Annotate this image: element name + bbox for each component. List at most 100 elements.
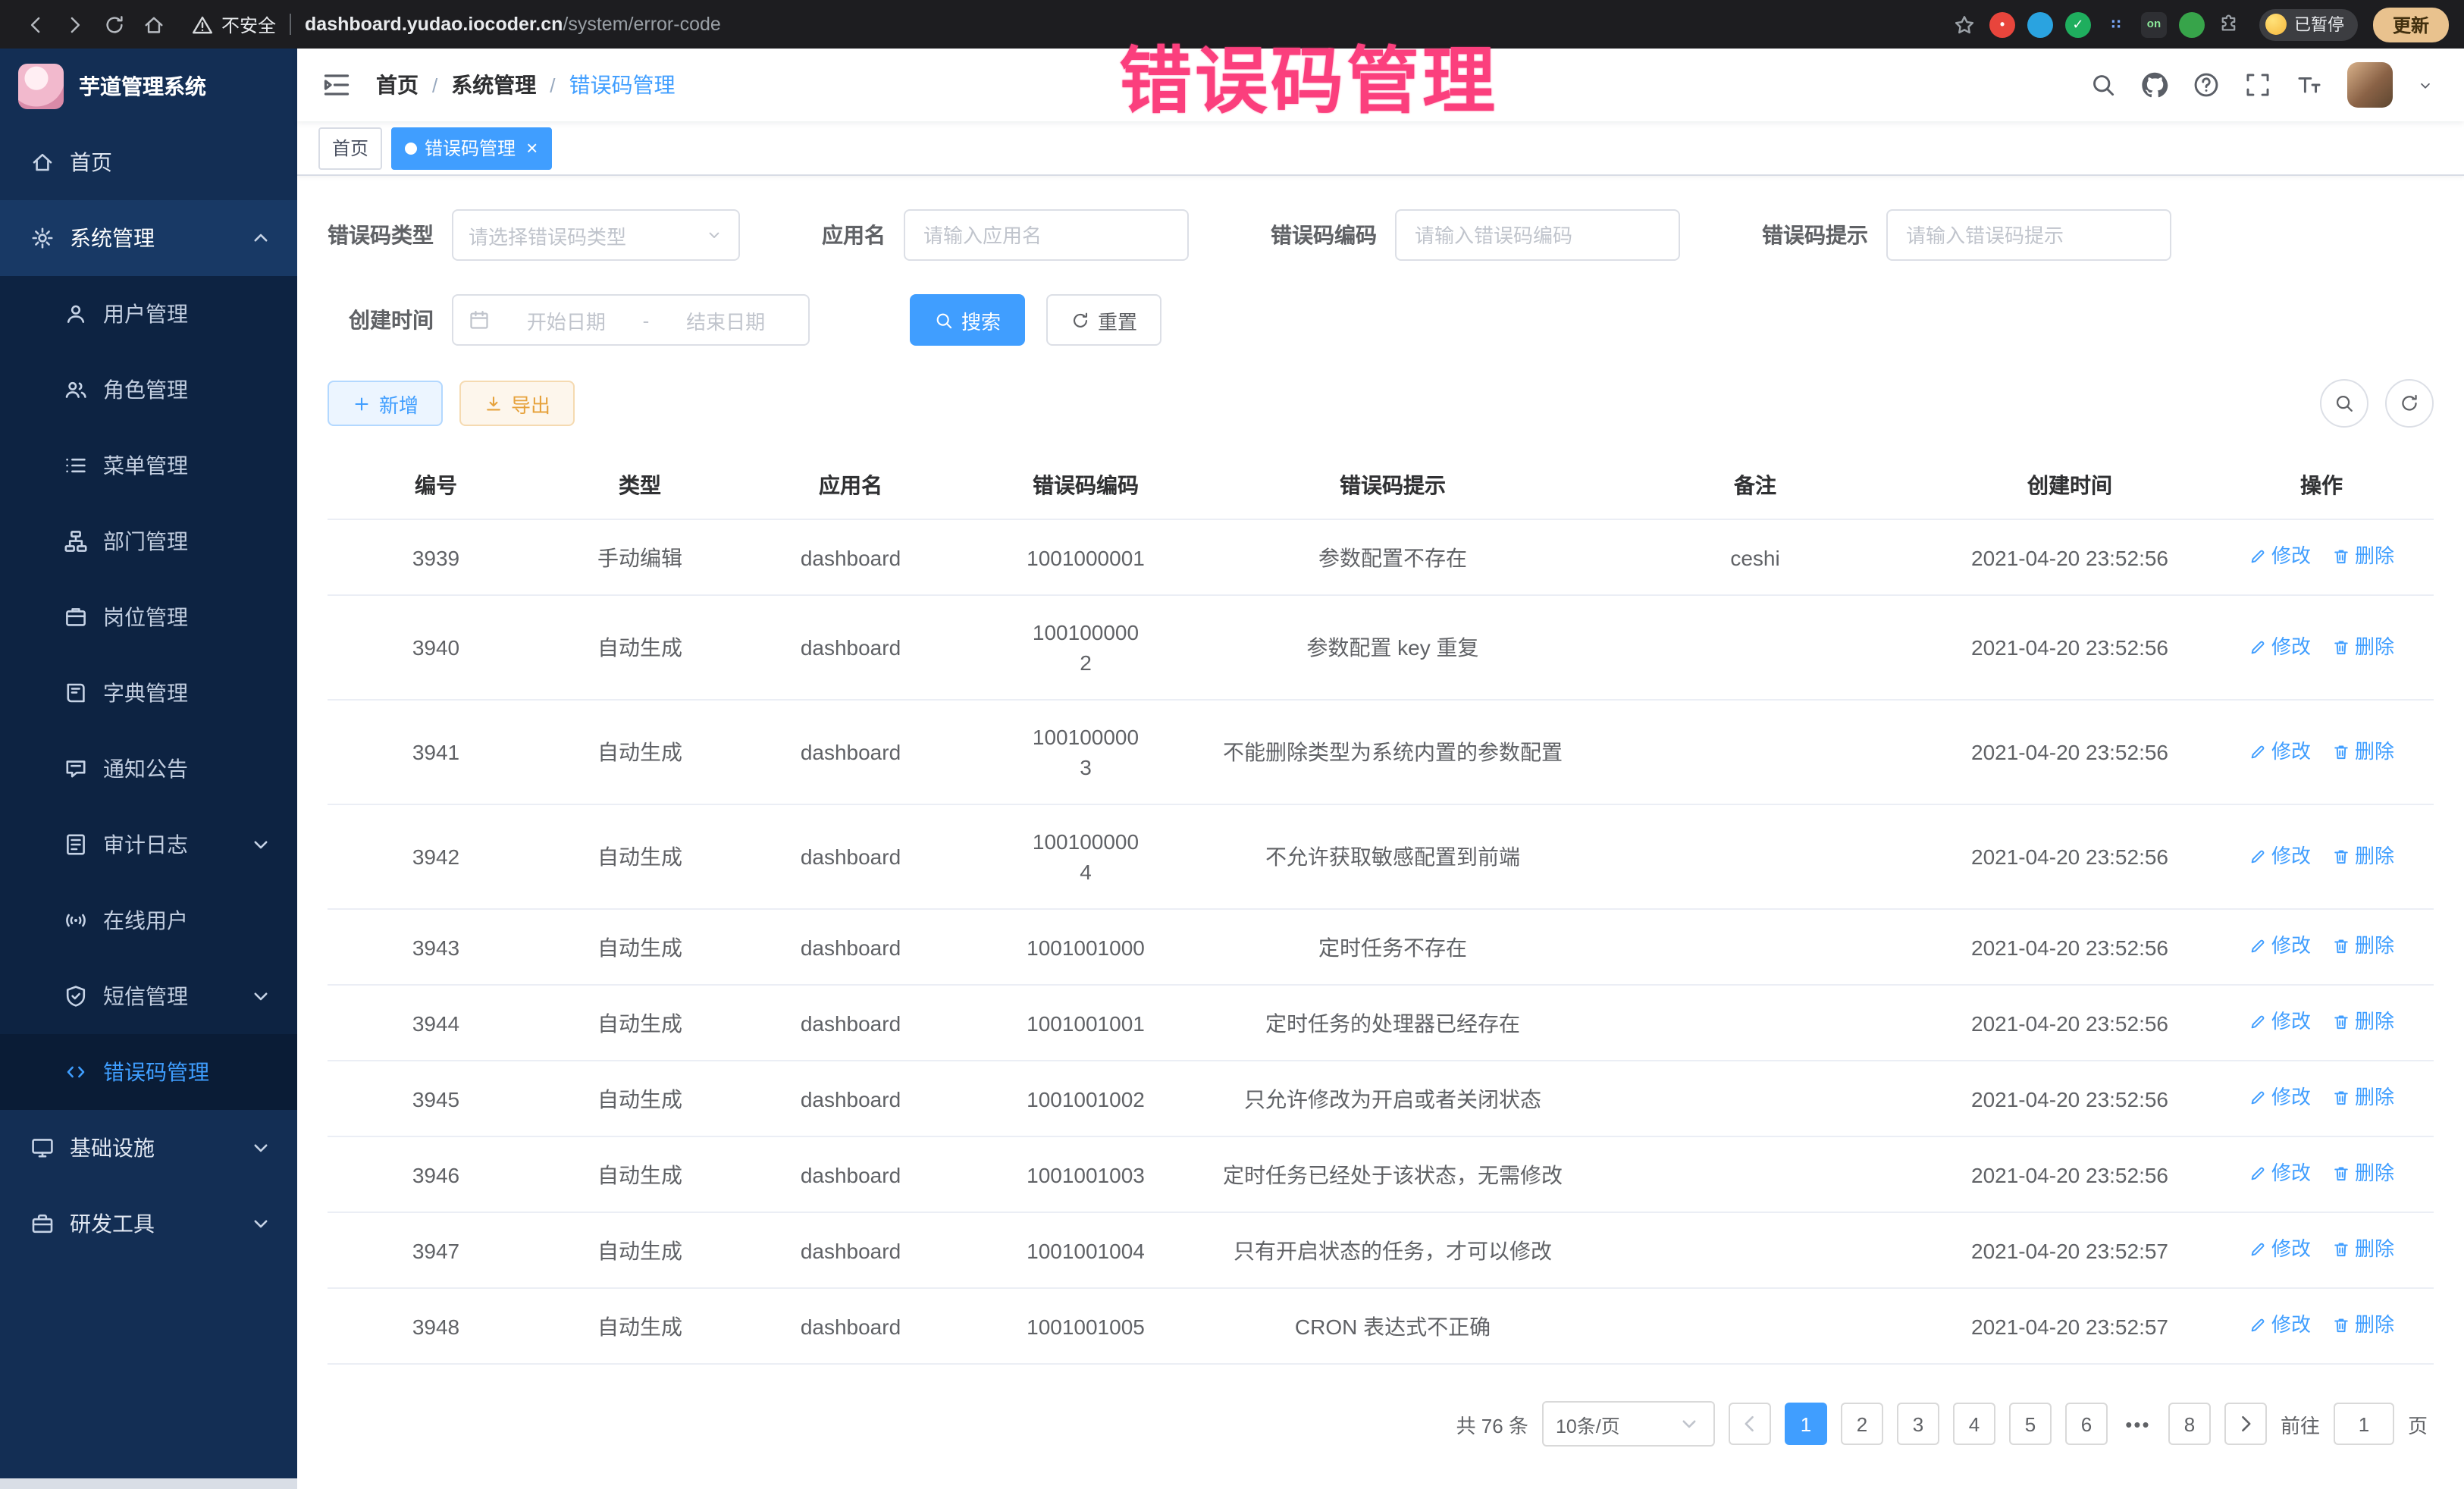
- github-icon[interactable]: [2141, 71, 2168, 99]
- page-button-8[interactable]: 8: [2168, 1403, 2211, 1445]
- cell-code: 1001001004: [966, 1212, 1205, 1288]
- error-code-input[interactable]: [1395, 209, 1680, 261]
- ext-vpn-icon[interactable]: ✓: [2065, 11, 2091, 37]
- help-icon[interactable]: [2193, 71, 2220, 99]
- forward-icon[interactable]: [55, 6, 94, 42]
- edit-icon: [2249, 1240, 2267, 1259]
- tab-error-code[interactable]: 错误码管理×: [391, 127, 551, 169]
- sidebar-item-home[interactable]: 首页: [0, 124, 297, 200]
- breadcrumb-item[interactable]: 首页: [376, 70, 419, 100]
- edit-link[interactable]: 修改: [2249, 541, 2311, 572]
- edit-link[interactable]: 修改: [2249, 1234, 2311, 1265]
- back-icon[interactable]: [15, 6, 55, 42]
- ext-record-icon[interactable]: •: [1989, 11, 2015, 37]
- breadcrumb-item[interactable]: 系统管理: [451, 70, 536, 100]
- delete-link[interactable]: 删除: [2332, 1083, 2394, 1113]
- sidebar-item-dict[interactable]: 字典管理: [0, 655, 297, 731]
- update-button[interactable]: 更新: [2373, 7, 2449, 42]
- ext-leaf-icon[interactable]: [2179, 11, 2205, 37]
- paused-badge[interactable]: 已暂停: [2259, 8, 2358, 40]
- bookmark-star-icon[interactable]: [1947, 6, 1983, 42]
- edit-link[interactable]: 修改: [2249, 841, 2311, 871]
- delete-link[interactable]: 删除: [2332, 841, 2394, 871]
- edit-link[interactable]: 修改: [2249, 1083, 2311, 1113]
- create-time-range-picker[interactable]: 开始日期 - 结束日期: [452, 294, 810, 346]
- search-icon: [2334, 393, 2355, 414]
- reload-icon[interactable]: [94, 6, 133, 42]
- edit-icon: [2249, 847, 2267, 865]
- sidebar-item-sms[interactable]: 短信管理: [0, 958, 297, 1034]
- search-icon[interactable]: [2089, 71, 2117, 99]
- fullscreen-icon[interactable]: [2244, 71, 2271, 99]
- edit-link[interactable]: 修改: [2249, 1158, 2311, 1189]
- search-button[interactable]: 搜索: [910, 294, 1025, 346]
- ext-drop-icon[interactable]: [2027, 11, 2053, 37]
- ext-proxy-on-icon[interactable]: on: [2141, 11, 2167, 37]
- add-button[interactable]: 新增: [328, 381, 443, 426]
- tree-icon: [64, 529, 88, 553]
- user-avatar[interactable]: [2347, 62, 2393, 108]
- sidebar-item-notice[interactable]: 通知公告: [0, 731, 297, 807]
- edit-link[interactable]: 修改: [2249, 1007, 2311, 1037]
- page-ellipsis[interactable]: •••: [2121, 1412, 2155, 1435]
- delete-link[interactable]: 删除: [2332, 1234, 2394, 1265]
- page-button-2[interactable]: 2: [1841, 1403, 1883, 1445]
- sidebar-item-dept[interactable]: 部门管理: [0, 503, 297, 579]
- cell-app: dashboard: [735, 1288, 966, 1364]
- sidebar-item-label: 审计日志: [103, 829, 188, 860]
- app-name-input[interactable]: [904, 209, 1189, 261]
- delete-link[interactable]: 删除: [2332, 541, 2394, 572]
- refresh-table-button[interactable]: [2385, 379, 2434, 428]
- edit-link[interactable]: 修改: [2249, 736, 2311, 766]
- sidebar-item-menu[interactable]: 菜单管理: [0, 428, 297, 503]
- page-button-3[interactable]: 3: [1897, 1403, 1939, 1445]
- tab-home[interactable]: 首页: [318, 127, 382, 169]
- delete-link[interactable]: 删除: [2332, 632, 2394, 662]
- sidebar-item-audit[interactable]: 审计日志: [0, 807, 297, 882]
- collapse-sidebar-icon[interactable]: [321, 70, 352, 100]
- sidebar-item-role[interactable]: 角色管理: [0, 352, 297, 428]
- delete-link[interactable]: 删除: [2332, 1158, 2394, 1189]
- sidebar-item-system[interactable]: 系统管理: [0, 200, 297, 276]
- delete-link[interactable]: 删除: [2332, 931, 2394, 961]
- edit-link[interactable]: 修改: [2249, 632, 2311, 662]
- page-button-5[interactable]: 5: [2009, 1403, 2052, 1445]
- delete-link[interactable]: 删除: [2332, 736, 2394, 766]
- page-button-1[interactable]: 1: [1785, 1403, 1827, 1445]
- delete-link[interactable]: 删除: [2332, 1310, 2394, 1340]
- page-button-4[interactable]: 4: [1953, 1403, 1995, 1445]
- ext-grid-icon[interactable]: ∷: [2103, 11, 2129, 37]
- edit-label: 修改: [2271, 1007, 2311, 1037]
- sidebar-item-devtools[interactable]: 研发工具: [0, 1186, 297, 1262]
- sidebar-item-user[interactable]: 用户管理: [0, 276, 297, 352]
- address-bar[interactable]: 不安全 dashboard.yudao.iocoder.cn/system/er…: [191, 11, 721, 37]
- goto-page-input[interactable]: [2334, 1403, 2394, 1445]
- ext-puzzle-icon[interactable]: [2217, 11, 2243, 37]
- column-header: 类型: [544, 452, 735, 519]
- delete-link[interactable]: 删除: [2332, 1007, 2394, 1037]
- edit-icon: [2249, 1165, 2267, 1183]
- toggle-search-button[interactable]: [2320, 379, 2368, 428]
- cell-message: CRON 表达式不正确: [1205, 1288, 1580, 1364]
- font-size-icon[interactable]: [2296, 71, 2323, 99]
- next-page-button[interactable]: [2224, 1403, 2267, 1445]
- sidebar-item-infra[interactable]: 基础设施: [0, 1110, 297, 1186]
- sidebar-item-post[interactable]: 岗位管理: [0, 579, 297, 655]
- error-type-select[interactable]: 请选择错误码类型: [452, 209, 740, 261]
- browser-home-icon[interactable]: [133, 6, 173, 42]
- page-size-select[interactable]: 10条/页: [1542, 1401, 1715, 1447]
- cell-type: 自动生成: [544, 909, 735, 985]
- close-icon[interactable]: ×: [526, 138, 538, 158]
- prev-page-button[interactable]: [1729, 1403, 1771, 1445]
- sidebar-item-errcode[interactable]: 错误码管理: [0, 1034, 297, 1110]
- reset-button[interactable]: 重置: [1046, 294, 1161, 346]
- page-button-6[interactable]: 6: [2065, 1403, 2108, 1445]
- sidebar-item-online[interactable]: 在线用户: [0, 882, 297, 958]
- edit-link[interactable]: 修改: [2249, 931, 2311, 961]
- edit-link[interactable]: 修改: [2249, 1310, 2311, 1340]
- cell-app: dashboard: [735, 595, 966, 700]
- filter-error-message: 错误码提示: [1762, 209, 2171, 261]
- export-button[interactable]: 导出: [459, 381, 575, 426]
- error-message-input[interactable]: [1886, 209, 2171, 261]
- table-row: 3947自动生成dashboard1001001004只有开启状态的任务，才可以…: [328, 1212, 2434, 1288]
